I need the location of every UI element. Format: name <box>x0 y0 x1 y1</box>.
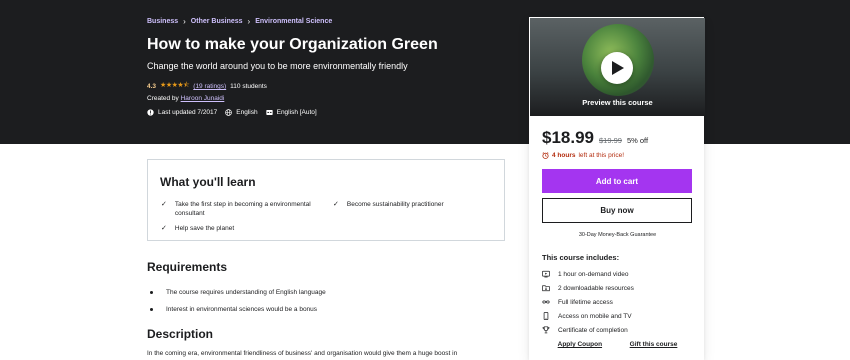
includes-list: 1 hour on-demand video 2 downloadable re… <box>542 267 634 337</box>
apply-coupon-link[interactable]: Apply Coupon <box>558 341 602 348</box>
course-title: How to make your Organization Green <box>147 36 438 53</box>
include-label: 1 hour on-demand video <box>558 270 629 278</box>
purchase-sidebar: Preview this course $18.99 $19.99 5% off… <box>529 17 705 360</box>
chevron-right-icon: › <box>247 17 251 26</box>
price-row: $18.99 $19.99 5% off <box>542 128 648 148</box>
description-title: Description <box>147 327 214 341</box>
original-price: $19.99 <box>599 136 622 145</box>
list-item: Interest in environmental sciences would… <box>147 301 326 318</box>
video-icon <box>542 270 550 278</box>
list-item: 2 downloadable resources <box>542 281 634 295</box>
course-header: Business › Other Business › Environmenta… <box>0 0 850 144</box>
learn-item-text: Become sustainability practitioner <box>346 201 444 208</box>
requirement-text: Interest in environmental sciences would… <box>166 306 318 313</box>
bullet-icon <box>150 308 153 311</box>
money-back-guarantee: 30-Day Money-Back Guarantee <box>578 232 657 238</box>
requirements-list: The course requires understanding of Eng… <box>147 284 326 318</box>
bullet-icon <box>150 291 153 294</box>
list-item: Full lifetime access <box>542 295 634 309</box>
course-meta: Last updated 7/2017 English English [Aut… <box>147 109 317 116</box>
chevron-right-icon: › <box>183 17 186 26</box>
star-rating-icon: ★★★★⯪ <box>160 82 190 89</box>
timer-hours: 4 hours <box>552 152 576 159</box>
includes-title: This course includes: <box>542 253 620 262</box>
current-price: $18.99 <box>542 128 594 147</box>
check-icon: ✓ <box>333 201 339 208</box>
timer-text: left at this price! <box>578 152 625 159</box>
price-timer: 4 hours left at this price! <box>542 152 624 159</box>
language-text: English <box>236 109 258 116</box>
preview-label: Preview this course <box>582 98 653 107</box>
check-icon: ✓ <box>161 201 167 208</box>
language: English <box>225 109 258 116</box>
discount-percent: 5% off <box>626 136 649 145</box>
gift-course-link[interactable]: Gift this course <box>630 341 678 348</box>
alert-badge-icon <box>147 109 154 116</box>
breadcrumb-environmental-science[interactable]: Environmental Science <box>255 18 332 25</box>
learn-item-text: Help save the planet <box>174 225 235 232</box>
closed-captions-icon <box>265 110 273 115</box>
requirements-title: Requirements <box>147 260 228 274</box>
requirement-text: The course requires understanding of Eng… <box>166 289 326 296</box>
check-icon: ✓ <box>161 225 167 232</box>
include-label: Full lifetime access <box>558 298 613 306</box>
what-you-will-learn: What you'll learn ✓ Take the first step … <box>147 159 505 241</box>
list-item: The course requires understanding of Eng… <box>147 284 326 301</box>
description-text: In the coming era, environmental friendl… <box>147 350 458 357</box>
course-subtitle: Change the world around you to be more e… <box>147 61 408 71</box>
captions: English [Auto] <box>265 109 317 116</box>
instructor-link[interactable]: Haroon Junaidi <box>181 95 225 102</box>
play-icon[interactable] <box>601 52 633 84</box>
created-by-label: Created by <box>147 95 179 102</box>
rating-row: 4.3 ★★★★⯪ (19 ratings) 110 students <box>147 81 267 92</box>
breadcrumb: Business › Other Business › Environmenta… <box>147 17 332 26</box>
alarm-clock-icon <box>542 152 549 159</box>
students-count: 110 students <box>230 83 267 90</box>
list-item: ✓ Help save the planet <box>161 224 311 233</box>
mobile-icon <box>543 312 549 320</box>
globe-icon <box>225 109 233 116</box>
created-by: Created by Haroon Junaidi <box>147 95 224 102</box>
list-item: Certificate of completion <box>542 323 634 337</box>
list-item: Access on mobile and TV <box>542 309 634 323</box>
learn-item-text: Take the first step in becoming a enviro… <box>174 201 311 217</box>
course-preview[interactable]: Preview this course <box>530 18 705 116</box>
infinity-icon <box>542 300 550 304</box>
breadcrumb-other-business[interactable]: Other Business <box>191 18 243 25</box>
last-updated: Last updated 7/2017 <box>147 109 217 116</box>
last-updated-text: Last updated 7/2017 <box>158 109 218 116</box>
captions-text: English [Auto] <box>276 109 317 116</box>
ratings-link[interactable]: (19 ratings) <box>193 83 226 90</box>
include-label: 2 downloadable resources <box>558 284 634 292</box>
buy-now-button[interactable]: Buy now <box>542 198 692 223</box>
folder-icon <box>542 285 550 292</box>
list-item: ✓ Take the first step in becoming a envi… <box>161 200 311 218</box>
sidebar-links: Apply Coupon Gift this course <box>530 341 705 348</box>
breadcrumb-business[interactable]: Business <box>147 18 178 25</box>
list-item: 1 hour on-demand video <box>542 267 634 281</box>
list-item: ✓ Become sustainability practitioner <box>333 200 493 209</box>
trophy-icon <box>542 326 550 334</box>
include-label: Certificate of completion <box>558 326 628 334</box>
rating-value: 4.3 <box>147 83 157 90</box>
add-to-cart-button[interactable]: Add to cart <box>542 169 692 193</box>
include-label: Access on mobile and TV <box>558 312 632 320</box>
learn-title: What you'll learn <box>160 175 256 189</box>
